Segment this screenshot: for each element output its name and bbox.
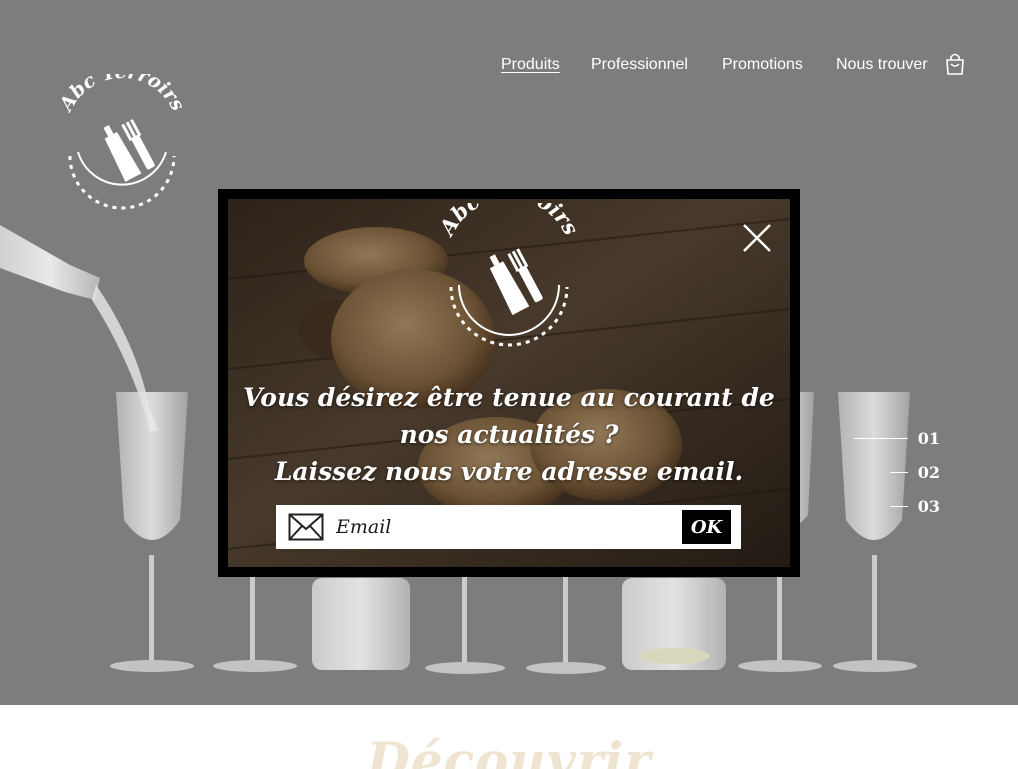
svg-text:Abc Terroirs: Abc Terroirs: [435, 203, 583, 241]
newsletter-form: OK: [276, 505, 741, 549]
nav-link-professionnel[interactable]: Professionnel: [591, 56, 688, 74]
pager-number: 02: [917, 462, 940, 482]
slide-pager: 01 02 03: [853, 428, 990, 528]
pager-number: 01: [917, 428, 940, 448]
submit-button[interactable]: OK: [682, 510, 731, 544]
modal-message-line-3: Laissez nous votre adresse email.: [274, 457, 744, 486]
pager-line: [889, 505, 908, 507]
site-logo[interactable]: Abc Terroirs: [52, 74, 192, 219]
pager-number: 03: [917, 496, 940, 516]
nav-link-promotions[interactable]: Promotions: [722, 56, 803, 74]
modal-content: Abc Terroirs Vous désirez être tenue au …: [228, 199, 790, 567]
discover-section: Découvrir: [0, 705, 1018, 769]
modal-message-line-1: Vous désirez être tenue au courant de: [243, 383, 775, 412]
pager-line: [889, 471, 908, 473]
pager-item-01[interactable]: 01: [853, 428, 940, 448]
svg-text:Abc Terroirs: Abc Terroirs: [54, 74, 189, 116]
email-input[interactable]: [336, 511, 671, 543]
modal-logo-text: Abc Terroirs: [435, 203, 583, 241]
modal-message: Vous désirez être tenue au courant de no…: [238, 379, 780, 490]
close-icon[interactable]: [742, 223, 772, 253]
pager-line: [853, 437, 908, 439]
nav-link-produits[interactable]: Produits: [501, 56, 560, 74]
modal-message-line-2: nos actualités ?: [399, 420, 619, 449]
envelope-icon: [288, 513, 324, 541]
site-logo-text: Abc Terroirs: [54, 74, 189, 116]
nav-link-nous-trouver[interactable]: Nous trouver: [836, 56, 928, 74]
pager-item-03[interactable]: 03: [889, 496, 940, 516]
section-title: Découvrir: [366, 731, 652, 769]
newsletter-modal: Abc Terroirs Vous désirez être tenue au …: [218, 189, 800, 577]
modal-logo: Abc Terroirs: [435, 203, 583, 347]
shopping-bag-icon[interactable]: [944, 52, 966, 76]
pager-item-02[interactable]: 02: [889, 462, 940, 482]
